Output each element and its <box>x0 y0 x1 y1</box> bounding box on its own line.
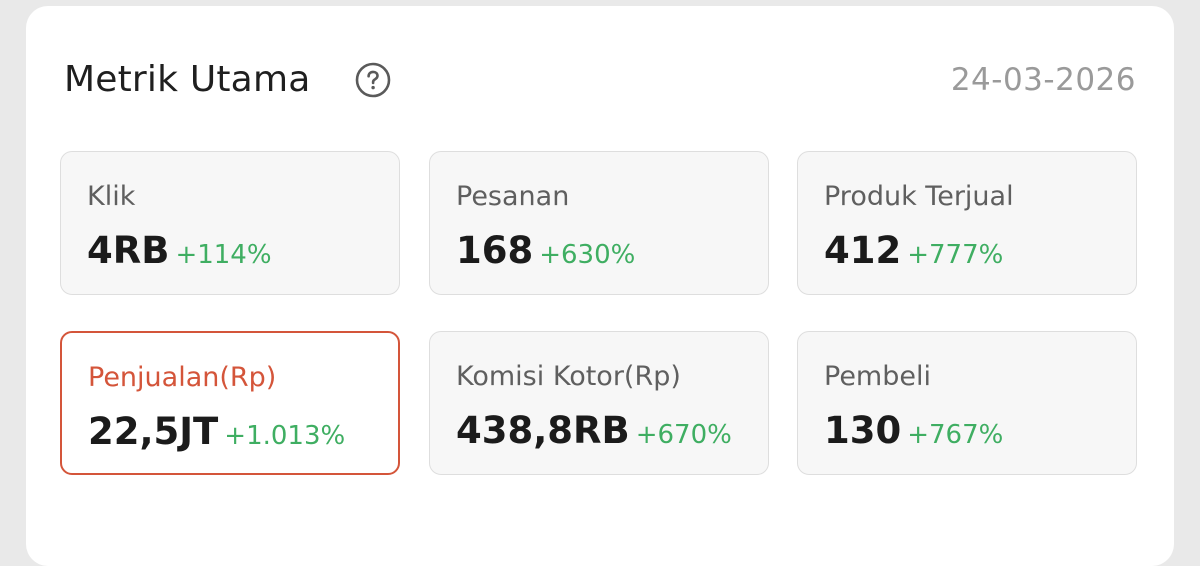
metric-card-orders[interactable]: Pesanan 168 +630% <box>429 151 769 295</box>
metric-label: Komisi Kotor(Rp) <box>456 361 681 392</box>
metric-card-buyers[interactable]: Pembeli 130 +767% <box>797 331 1137 475</box>
metric-card-products-sold[interactable]: Produk Terjual 412 +777% <box>797 151 1137 295</box>
metric-value: 438,8RB <box>456 409 630 452</box>
metric-label: Pembeli <box>824 361 931 392</box>
metric-value-row: 168 +630% <box>456 228 635 274</box>
metric-value: 22,5JT <box>88 410 219 453</box>
report-date: 24-03-2026 <box>950 62 1136 98</box>
metric-value-row: 412 +777% <box>824 228 1003 274</box>
metric-value: 412 <box>824 229 902 272</box>
metric-label: Pesanan <box>456 181 570 212</box>
metric-label: Klik <box>87 181 136 212</box>
metric-change: +630% <box>539 240 636 270</box>
metric-card-clicks[interactable]: Klik 4RB +114% <box>60 151 400 295</box>
metric-card-sales[interactable]: Penjualan(Rp) 22,5JT +1.013% <box>60 331 400 475</box>
metric-value-row: 4RB +114% <box>87 228 272 274</box>
panel-header: Metrik Utama 24-03-2026 <box>64 58 1136 108</box>
metric-value-row: 130 +767% <box>824 408 1003 454</box>
metric-value-row: 22,5JT +1.013% <box>88 409 345 455</box>
metric-change: +767% <box>907 420 1004 450</box>
metric-value: 4RB <box>87 229 170 272</box>
panel-title: Metrik Utama <box>64 59 311 100</box>
metric-change: +114% <box>175 240 272 270</box>
metric-card-gross-commission[interactable]: Komisi Kotor(Rp) 438,8RB +670% <box>429 331 769 475</box>
metric-label: Produk Terjual <box>824 181 1014 212</box>
metric-label: Penjualan(Rp) <box>88 362 277 393</box>
metric-change: +670% <box>635 420 732 450</box>
metric-change: +777% <box>907 240 1004 270</box>
metric-value-row: 438,8RB +670% <box>456 408 732 454</box>
metric-value: 130 <box>824 409 902 452</box>
metric-value: 168 <box>456 229 534 272</box>
metric-change: +1.013% <box>224 421 346 451</box>
key-metrics-panel: Metrik Utama 24-03-2026 Klik 4RB +114% Pe… <box>26 6 1174 566</box>
question-circle-icon[interactable] <box>355 62 391 98</box>
